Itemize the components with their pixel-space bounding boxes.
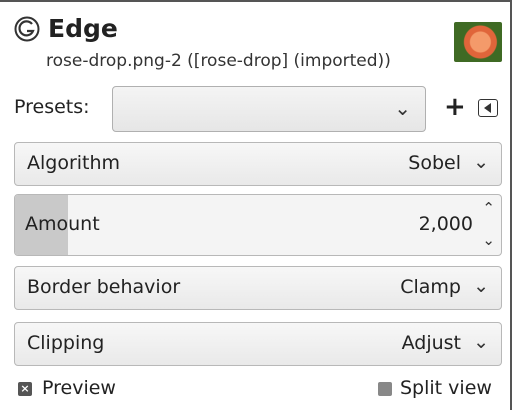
chevron-down-icon: ⌄	[473, 331, 489, 353]
clipping-combo[interactable]: Clipping Adjust ⌄	[14, 322, 502, 366]
amount-value: 2,000	[418, 213, 473, 235]
border-behavior-combo[interactable]: Border behavior Clamp ⌄	[14, 266, 502, 310]
presets-row: Presets: ⌄ +	[14, 86, 502, 132]
decrement-icon[interactable]: ⌄	[482, 231, 495, 249]
chevron-down-icon: ⌄	[473, 275, 489, 297]
presets-menu-button[interactable]	[478, 99, 498, 117]
preview-label[interactable]: Preview	[42, 377, 116, 399]
split-view-checkbox[interactable]	[378, 382, 392, 396]
add-preset-button[interactable]: +	[444, 92, 466, 122]
dialog-title: Edge	[48, 14, 118, 43]
clipping-label: Clipping	[27, 332, 105, 354]
border-behavior-value: Clamp	[400, 276, 461, 298]
menu-arrow-icon	[484, 103, 491, 113]
presets-label: Presets:	[14, 96, 90, 118]
algorithm-value: Sobel	[408, 152, 461, 174]
border-behavior-label: Border behavior	[27, 276, 181, 298]
chevron-down-icon: ⌄	[394, 96, 411, 120]
gimp-icon	[14, 16, 40, 42]
rose-thumbnail	[454, 22, 502, 62]
checkbox-row: × Preview Split view	[14, 376, 510, 404]
algorithm-label: Algorithm	[27, 152, 121, 174]
presets-combo[interactable]: ⌄	[112, 86, 426, 132]
amount-label: Amount	[25, 213, 100, 235]
amount-spinscale[interactable]: Amount 2,000 ⌃ ⌄	[14, 194, 502, 256]
chevron-down-icon: ⌄	[473, 151, 489, 173]
algorithm-combo[interactable]: Algorithm Sobel ⌄	[14, 142, 502, 186]
image-subtitle: rose-drop.png-2 ([rose-drop] (imported))	[46, 51, 391, 71]
dialog-header: Edge rose-drop.png-2 ([rose-drop] (impor…	[14, 14, 502, 76]
preview-checkbox[interactable]: ×	[18, 382, 32, 396]
increment-icon[interactable]: ⌃	[482, 199, 495, 217]
split-view-label[interactable]: Split view	[400, 377, 492, 399]
clipping-value: Adjust	[401, 332, 461, 354]
